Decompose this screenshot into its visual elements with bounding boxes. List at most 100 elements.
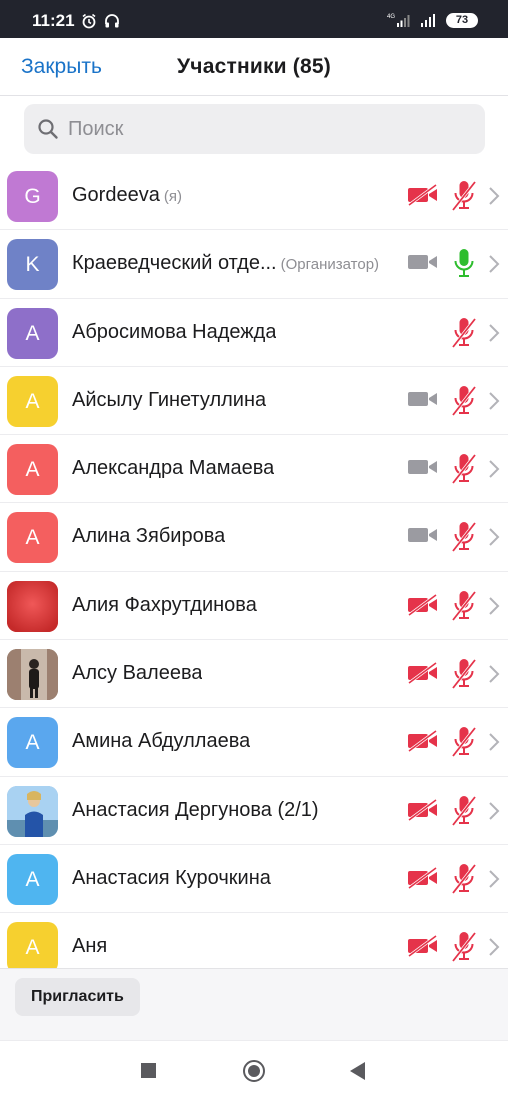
participant-name-wrap: Амина Абдуллаева — [72, 730, 250, 753]
chevron-right-icon[interactable] — [488, 254, 500, 279]
participant-name-wrap: Анастасия Дергунова (2/1) — [72, 799, 319, 822]
participant-name: Амина Абдуллаева — [72, 730, 251, 753]
invite-button[interactable]: Пригласить — [15, 978, 140, 1016]
search-input[interactable] — [68, 104, 468, 154]
participant-row[interactable]: A Амина Абдуллаева — [0, 708, 508, 777]
mic-muted-icon[interactable] — [451, 384, 477, 423]
participant-name-wrap: Александра Мамаева — [72, 457, 274, 480]
participant-row[interactable]: Алсу Валеева — [0, 640, 508, 709]
video-off-icon[interactable] — [407, 866, 439, 894]
video-icon[interactable] — [407, 252, 439, 277]
chevron-right-icon[interactable] — [488, 391, 500, 416]
mic-muted-icon[interactable] — [451, 520, 477, 559]
chevron-right-icon[interactable] — [488, 186, 500, 211]
chevron-right-icon[interactable] — [488, 664, 500, 689]
chevron-right-icon[interactable] — [488, 596, 500, 621]
participant-name-wrap: Анастасия Курочкина — [72, 867, 271, 890]
mic-muted-icon[interactable] — [451, 930, 477, 968]
status-bar: 11:21 4G 73 — [0, 0, 508, 38]
participant-role-tag: (я) — [163, 188, 182, 205]
participant-name-wrap: Алия Фахрутдинова — [72, 594, 257, 617]
chevron-right-icon[interactable] — [488, 869, 500, 894]
avatar: A — [7, 512, 58, 564]
chevron-right-icon[interactable] — [488, 937, 500, 962]
participant-name-wrap: Алсу Валеева — [72, 662, 202, 685]
avatar: K — [7, 239, 58, 291]
network-icon: 4G — [387, 12, 413, 33]
participant-name: Александра Мамаева — [72, 457, 275, 480]
video-off-icon[interactable] — [407, 798, 439, 826]
mic-muted-icon[interactable] — [451, 794, 477, 833]
video-icon[interactable] — [407, 525, 439, 550]
video-off-icon[interactable] — [407, 661, 439, 689]
video-off-icon[interactable] — [407, 935, 439, 962]
avatar — [7, 649, 58, 701]
participant-row[interactable]: Анастасия Дергунова (2/1) — [0, 777, 508, 845]
video-icon[interactable] — [407, 457, 439, 482]
participant-name: Аня — [72, 935, 108, 958]
mic-muted-icon[interactable] — [451, 657, 477, 696]
video-off-icon[interactable] — [407, 183, 439, 211]
participant-row[interactable]: Алия Фахрутдинова — [0, 572, 508, 641]
avatar: A — [7, 853, 58, 905]
mic-muted-icon[interactable] — [451, 316, 477, 355]
headset-icon — [104, 13, 120, 34]
mic-muted-icon[interactable] — [451, 725, 477, 764]
participant-name: Анастасия Курочкина — [72, 866, 271, 889]
video-off-icon[interactable] — [407, 730, 439, 757]
chevron-right-icon[interactable] — [488, 323, 500, 348]
recents-button[interactable] — [141, 1063, 156, 1078]
chevron-right-icon[interactable] — [488, 459, 500, 484]
participant-row[interactable]: G Gordeeva (я) — [0, 162, 508, 231]
participant-row[interactable]: A Айсылу Гинетуллина — [0, 367, 508, 436]
home-button[interactable] — [243, 1060, 265, 1082]
avatar: A — [7, 717, 58, 769]
participant-name: Алия Фахрутдинова — [72, 593, 257, 616]
mic-icon[interactable] — [451, 247, 477, 286]
network-type: 4G — [387, 14, 395, 20]
participant-list[interactable]: G Gordeeva (я) K Краеведческий отде... (Орган… — [0, 162, 508, 968]
participant-row[interactable]: K Краеведческий отде... (Организатор) — [0, 230, 508, 299]
alarm-icon — [81, 13, 97, 34]
search-bar[interactable] — [24, 104, 485, 154]
avatar — [7, 580, 58, 632]
video-off-icon[interactable] — [407, 593, 439, 621]
participant-row[interactable]: A Аня — [0, 913, 508, 968]
participant-name: Анастасия Дергунова (2/1) — [72, 798, 319, 821]
chevron-right-icon[interactable] — [488, 801, 500, 826]
participant-row[interactable]: A Александра Мамаева — [0, 435, 508, 504]
video-icon[interactable] — [407, 389, 439, 414]
participant-row[interactable]: A Анастасия Курочкина — [0, 845, 508, 914]
avatar: G — [7, 171, 58, 222]
participant-name-wrap: Алина Зябирова — [72, 525, 225, 548]
participant-name: Алина Зябирова — [72, 525, 226, 548]
mic-muted-icon[interactable] — [451, 589, 477, 628]
participant-name: Алсу Валеева — [72, 662, 203, 685]
search-icon — [37, 118, 59, 145]
avatar: A — [7, 307, 58, 359]
avatar: A — [7, 922, 58, 968]
participant-name: Абросимова Надежда — [72, 320, 277, 343]
chevron-right-icon[interactable] — [488, 732, 500, 757]
mic-muted-icon[interactable] — [451, 862, 477, 901]
signal-icon — [419, 12, 439, 33]
participant-name: Краеведческий отде... — [72, 252, 277, 275]
page-title: Участники (85) — [177, 55, 331, 78]
participant-role-tag: (Организатор) — [280, 256, 380, 274]
avatar: A — [7, 375, 58, 427]
mic-muted-icon[interactable] — [451, 179, 477, 218]
participant-name-wrap: Абросимова Надежда — [72, 321, 276, 344]
chevron-right-icon[interactable] — [488, 527, 500, 552]
avatar: A — [7, 444, 58, 496]
system-nav-bar — [0, 1040, 508, 1100]
participant-row[interactable]: A Абросимова Надежда — [0, 299, 508, 367]
back-button[interactable] — [350, 1062, 365, 1080]
mic-muted-icon[interactable] — [451, 452, 477, 491]
participant-name: Айсылу Гинетуллина — [72, 388, 267, 411]
participant-name-wrap: Gordeeva (я) — [72, 184, 182, 207]
status-time: 11:21 — [32, 11, 75, 30]
participant-name-wrap: Краеведческий отде... (Организатор) — [72, 252, 379, 275]
battery-indicator: 73 — [446, 13, 478, 28]
avatar — [7, 785, 58, 837]
participant-row[interactable]: A Алина Зябирова — [0, 503, 508, 572]
